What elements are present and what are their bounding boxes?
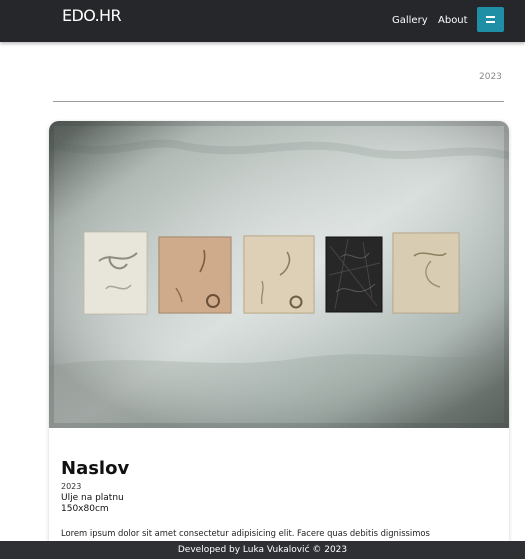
artwork-panel-3 (243, 235, 315, 314)
nav-link-gallery[interactable]: Gallery (392, 14, 428, 28)
hamburger-menu-icon (486, 16, 495, 23)
gallery-page: EDO.HR Gallery About 2023 Naslov 2023 Ul… (0, 0, 525, 559)
top-navbar: EDO.HR Gallery About (0, 0, 525, 42)
artwork-title: Naslov (61, 458, 130, 479)
artwork-image (49, 121, 509, 428)
footer-credit: Developed by Luka Vukalović © 2023 (177, 545, 348, 555)
year-heading: 2023 (479, 72, 502, 82)
artwork-technique: Ulje na platnu (61, 493, 124, 503)
brand-logo-link[interactable]: EDO.HR (62, 8, 132, 32)
nav-link-about[interactable]: About (438, 14, 468, 28)
artwork-panel-4 (325, 236, 383, 313)
artwork-panel-5 (392, 232, 460, 314)
artwork-panel-2 (158, 236, 232, 314)
artwork-panel-1 (83, 231, 148, 315)
artwork-year: 2023 (61, 482, 82, 491)
menu-toggle-button[interactable] (477, 7, 504, 32)
artwork-card: Naslov 2023 Ulje na platnu 150x80cm Lore… (49, 121, 509, 559)
artwork-dimensions: 150x80cm (61, 504, 109, 514)
artwork-description: Lorem ipsum dolor sit amet consectetur a… (61, 528, 430, 538)
section-divider (53, 101, 504, 102)
brand-title: EDO.HR (62, 6, 122, 25)
site-footer: Developed by Luka Vukalović © 2023 (0, 541, 525, 559)
